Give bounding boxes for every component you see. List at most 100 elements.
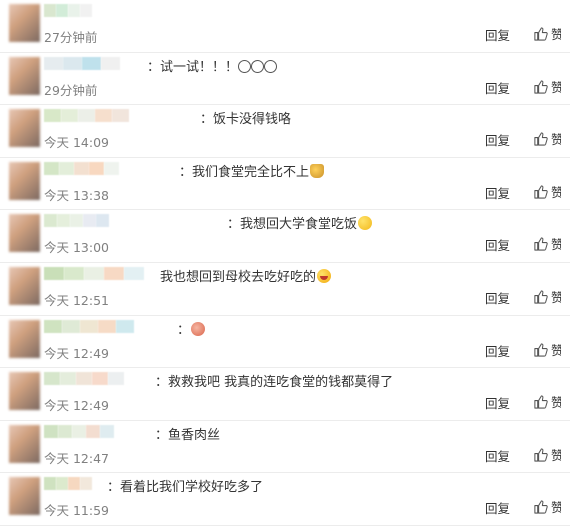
like-button[interactable]: 赞: [533, 234, 561, 253]
comment-text: ：: [177, 319, 206, 338]
reply-button[interactable]: 回复: [485, 183, 510, 202]
comment-body: ：我们食堂完全比不上: [179, 164, 310, 180]
mosaic-block: [58, 424, 72, 438]
laugh-emoji-icon: [317, 268, 332, 283]
comment-text: ：鱼香肉丝: [155, 424, 220, 443]
like-button[interactable]: 赞: [533, 497, 561, 516]
like-label: 赞: [551, 500, 561, 516]
like-label: 赞: [551, 237, 561, 253]
mosaic-block: [44, 319, 62, 333]
comment-time: 今天 12:47: [44, 450, 109, 466]
mosaic-block: [96, 214, 109, 228]
like-label: 赞: [551, 132, 561, 148]
comment-body: ：鱼香肉丝: [155, 427, 221, 443]
emoji-face-icon: [238, 59, 252, 73]
mosaic-block: [76, 372, 92, 386]
mosaic-block: [78, 109, 95, 123]
mosaic-block: [44, 424, 58, 438]
mosaic-block: [80, 477, 92, 491]
reply-button[interactable]: 回复: [485, 235, 510, 254]
mosaic-block: [44, 56, 63, 70]
wry-emoji-icon: [310, 163, 325, 178]
like-label: 赞: [551, 447, 561, 463]
comment-body: 我也想回到母校去吃好吃的: [160, 269, 317, 285]
avatar[interactable]: [9, 319, 40, 358]
avatar[interactable]: [9, 477, 40, 516]
mosaic-block: [64, 266, 84, 280]
reply-button[interactable]: 回复: [485, 288, 510, 307]
red-emoji-icon: [191, 321, 206, 336]
mosaic-block: [72, 424, 86, 438]
username-mosaic: [44, 161, 119, 175]
mosaic-block: [61, 109, 78, 123]
like-button[interactable]: 赞: [533, 392, 561, 411]
reply-button[interactable]: 回复: [485, 25, 510, 44]
comment-row: ：鱼香肉丝今天 12:47 回复 赞: [0, 421, 570, 474]
mosaic-block: [89, 161, 104, 175]
avatar[interactable]: [9, 56, 40, 95]
mosaic-block: [56, 477, 68, 491]
avatar[interactable]: [9, 4, 40, 42]
comment-row: ：救救我吧 我真的连吃食堂的钱都莫得了 今天 12:49 回复 赞: [0, 368, 570, 421]
comment-body: ：饭卡没得钱咯: [200, 112, 292, 128]
avatar[interactable]: [9, 214, 40, 253]
mosaic-block: [63, 56, 82, 70]
username-mosaic: [44, 372, 124, 386]
comment-row: ：饭卡没得钱咯 今天 14:09 回复 赞: [0, 105, 570, 158]
reply-button[interactable]: 回复: [485, 78, 510, 97]
like-button[interactable]: 赞: [533, 129, 561, 148]
avatar[interactable]: [9, 424, 40, 463]
comment-body: ：我想回大学食堂吃饭: [227, 217, 358, 233]
comment-text: ：饭卡没得钱咯: [200, 108, 291, 127]
like-label: 赞: [551, 395, 561, 411]
username-mosaic: [44, 424, 114, 438]
emoji-face-icon: [251, 59, 265, 73]
like-button[interactable]: 赞: [533, 445, 561, 464]
comment-row: ：试一试！！！ 29分钟前 回复 赞: [0, 53, 570, 106]
mosaic-block: [44, 161, 59, 175]
reply-button[interactable]: 回复: [485, 393, 510, 412]
reply-button[interactable]: 回复: [485, 498, 510, 517]
mosaic-block: [112, 109, 129, 123]
mosaic-block: [100, 424, 114, 438]
avatar[interactable]: [9, 161, 40, 200]
yellow-emoji-icon: [358, 216, 373, 231]
avatar[interactable]: [9, 109, 40, 148]
mosaic-block: [44, 266, 64, 280]
like-button[interactable]: 赞: [533, 287, 561, 306]
mosaic-block: [86, 424, 100, 438]
mosaic-block: [74, 161, 89, 175]
like-button[interactable]: 赞: [533, 24, 561, 43]
reply-button[interactable]: 回复: [485, 341, 510, 360]
username-mosaic: [44, 319, 134, 333]
mosaic-block: [56, 4, 68, 17]
reply-button[interactable]: 回复: [485, 446, 510, 465]
mosaic-block: [44, 477, 56, 491]
username-mosaic: [44, 4, 92, 17]
mosaic-block: [116, 319, 134, 333]
mosaic-block: [60, 372, 76, 386]
comment-time: 今天 12:49: [44, 345, 109, 361]
mosaic-block: [57, 214, 70, 228]
username-mosaic: [44, 266, 144, 280]
like-button[interactable]: 赞: [533, 77, 561, 96]
mosaic-block: [68, 4, 80, 17]
like-button[interactable]: 赞: [533, 340, 561, 359]
username-mosaic: [44, 56, 120, 70]
like-button[interactable]: 赞: [533, 182, 561, 201]
mosaic-block: [101, 56, 120, 70]
mosaic-block: [98, 319, 116, 333]
username-mosaic: [44, 214, 109, 228]
comment-row: ：我们食堂完全比不上今天 13:38 回复 赞: [0, 158, 570, 211]
comment-text: ：我们食堂完全比不上: [179, 161, 325, 180]
thumbs-up-icon: [534, 395, 548, 409]
thumbs-up-icon: [534, 185, 548, 199]
thumbs-up-icon: [534, 132, 548, 146]
avatar[interactable]: [9, 266, 40, 305]
avatar[interactable]: [9, 372, 40, 411]
comment-time: 今天 13:38: [44, 187, 109, 203]
comment-text: 我也想回到母校去吃好吃的: [160, 266, 332, 285]
thumbs-up-icon: [534, 342, 548, 357]
thumbs-up-icon: [534, 290, 548, 304]
reply-button[interactable]: 回复: [485, 130, 510, 149]
